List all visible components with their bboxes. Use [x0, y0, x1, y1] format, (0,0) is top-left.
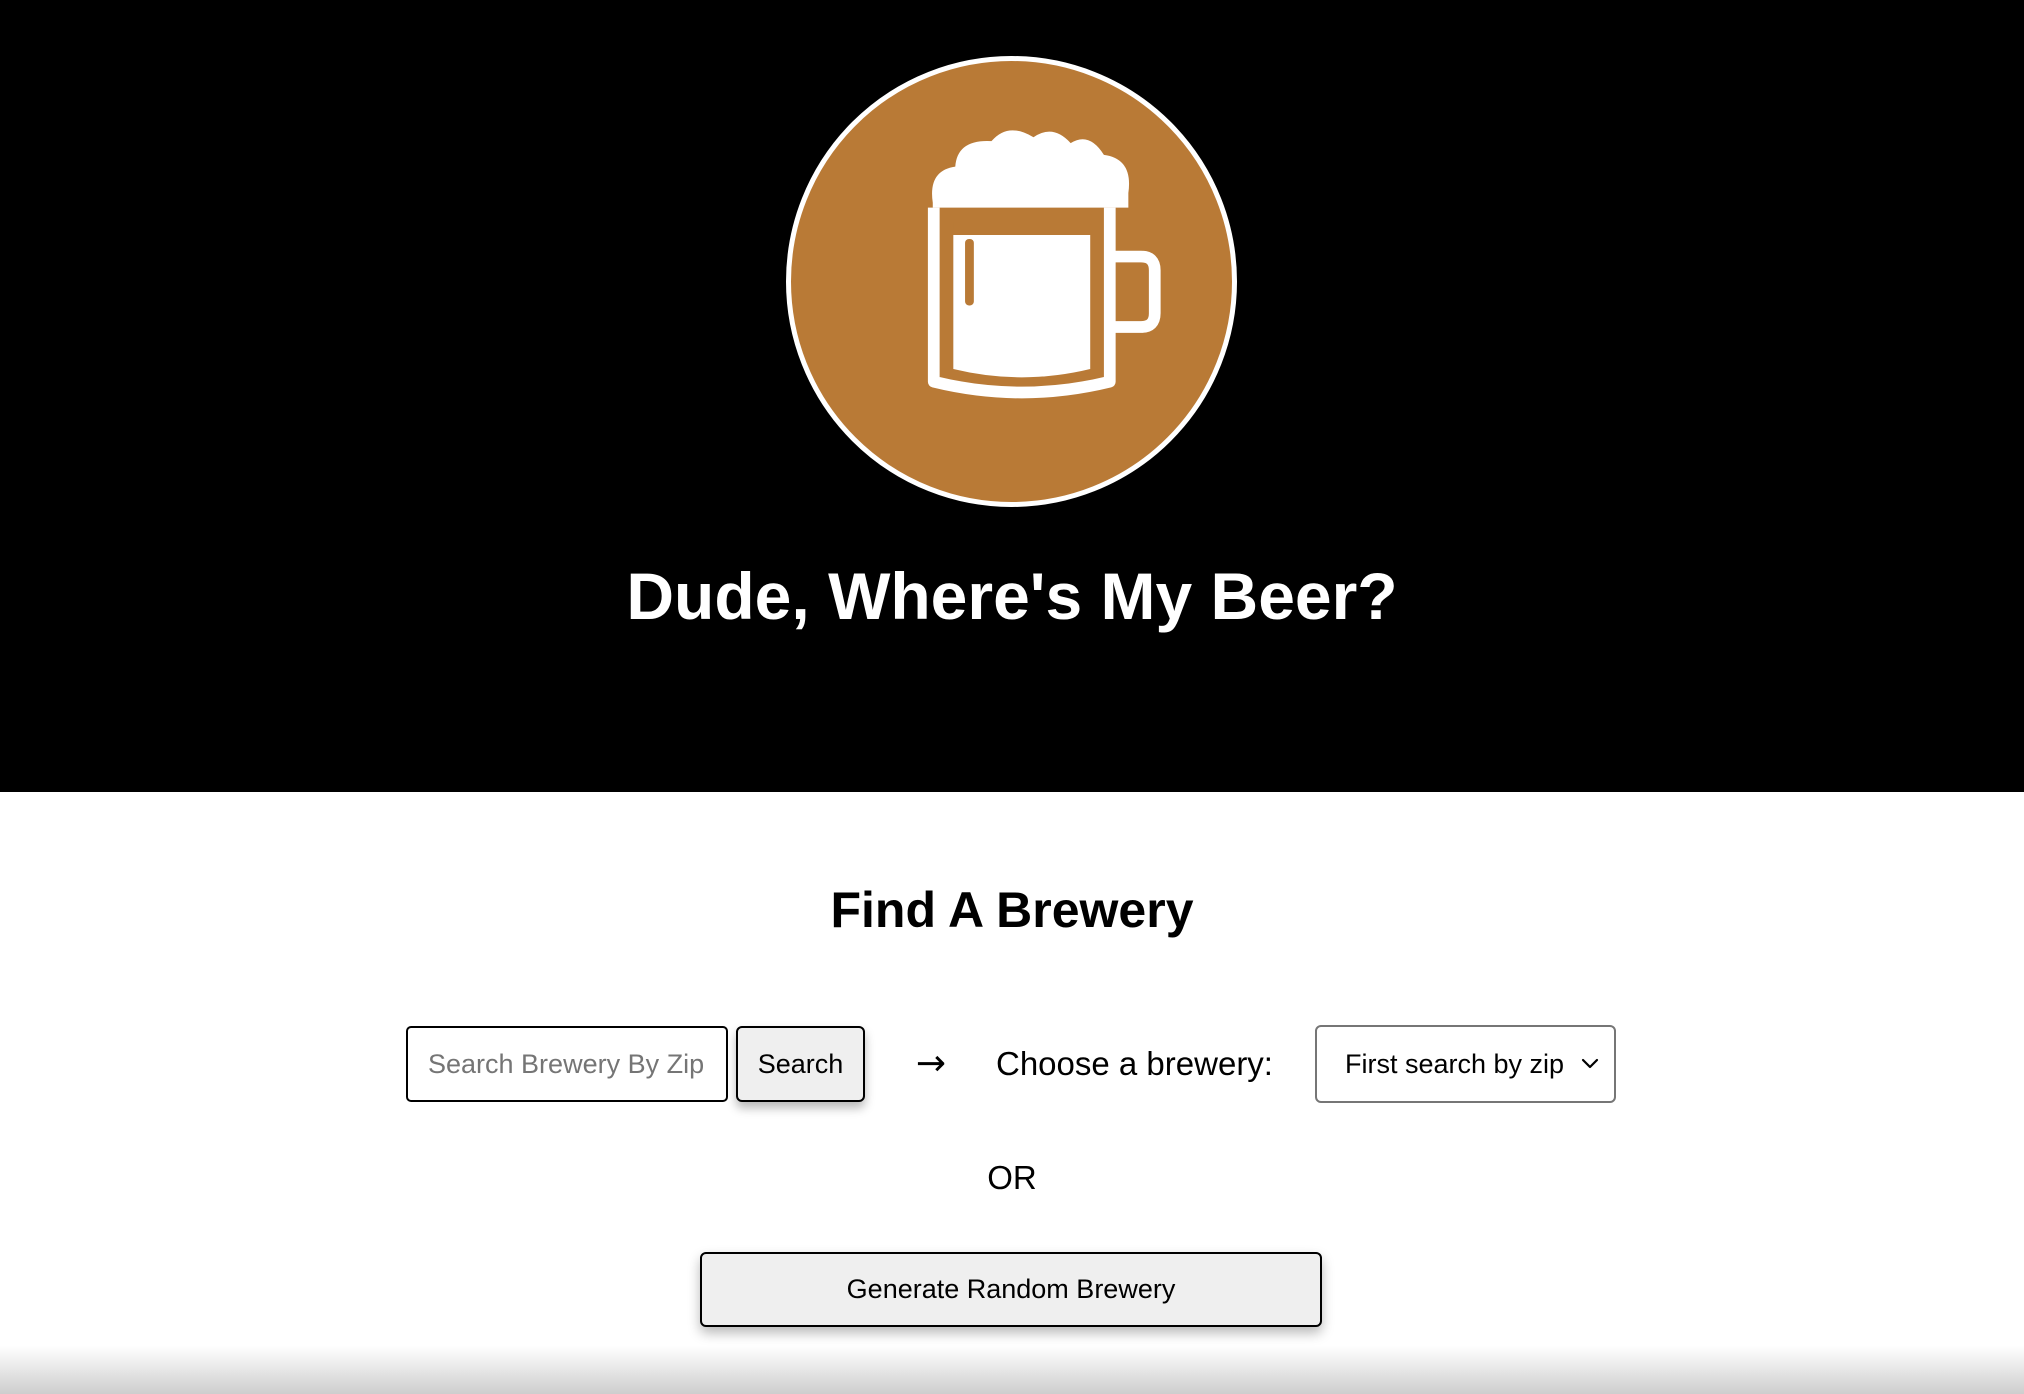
logo [786, 56, 1237, 507]
site-title: Dude, Where's My Beer? [626, 559, 1398, 633]
choose-brewery-label: Choose a brewery: [996, 1045, 1273, 1082]
or-divider-text: OR [987, 1159, 1037, 1196]
zip-search-input[interactable] [406, 1026, 728, 1102]
brewery-select-value: First search by zip [1345, 1049, 1565, 1079]
beer-mug-icon [927, 130, 1161, 399]
section-title: Find A Brewery [830, 882, 1194, 938]
bottom-fade [0, 1346, 2024, 1394]
brewery-select[interactable]: First search by zip [1315, 1025, 1616, 1103]
right-arrow-icon: → [915, 1043, 947, 1084]
chevron-down-icon [1581, 1058, 1599, 1069]
search-button[interactable]: Search [736, 1026, 865, 1102]
hero-header: Dude, Where's My Beer? [0, 0, 2024, 792]
generate-random-brewery-button[interactable]: Generate Random Brewery [700, 1252, 1322, 1327]
